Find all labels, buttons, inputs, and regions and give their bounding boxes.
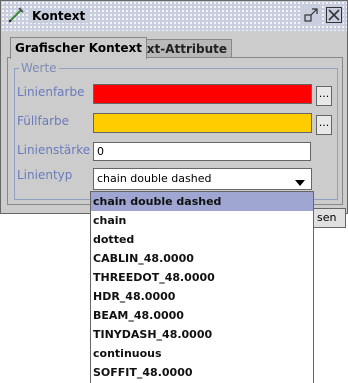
fill-color-swatch[interactable] [93, 113, 312, 133]
save-button[interactable]: sen [312, 208, 346, 228]
title-bar[interactable]: Kontext [1, 1, 347, 31]
fill-color-label: Füllfarbe [17, 114, 70, 128]
line-type-label: Linientyp [17, 168, 73, 182]
dropdown-option[interactable]: THREEDOT_48.0000 [91, 268, 313, 287]
line-color-swatch[interactable] [93, 84, 312, 104]
tab-grafischer-kontext[interactable]: Grafischer Kontext [10, 37, 148, 59]
line-color-label: Linienfarbe [17, 85, 85, 99]
close-icon[interactable] [325, 6, 343, 24]
dropdown-option[interactable]: chain [91, 211, 313, 230]
line-width-label: Linienstärke [17, 143, 91, 157]
dropdown-option[interactable]: BEAM_48.0000 [91, 306, 313, 325]
dropdown-option[interactable]: dotted [91, 230, 313, 249]
chevron-down-icon[interactable] [295, 176, 305, 189]
line-type-value: chain double dashed [97, 172, 212, 185]
dropdown-option[interactable]: chain double dashed [91, 192, 313, 211]
line-color-picker-button[interactable]: ... [316, 86, 332, 106]
line-width-input[interactable]: 0 [93, 142, 311, 161]
group-title: Werte [19, 61, 59, 75]
dropdown-option[interactable]: CABLIN_48.0000 [91, 249, 313, 268]
dropdown-option[interactable]: HDR_48.0000 [91, 287, 313, 306]
window-title: Kontext [29, 9, 89, 23]
tab-panel: Werte Linienfarbe ... Füllfarbe ... Lini… [7, 57, 343, 205]
pen-icon [7, 6, 25, 24]
minimize-icon[interactable] [302, 6, 320, 24]
line-type-select[interactable]: chain double dashed [93, 168, 312, 190]
dropdown-option[interactable]: continuous [91, 344, 313, 363]
fill-color-picker-button[interactable]: ... [316, 115, 332, 135]
dropdown-option[interactable]: TINYDASH_48.0000 [91, 325, 313, 344]
dropdown-option[interactable]: SOFFIT_48.0000 [91, 363, 313, 382]
kontext-window: Kontext Grafischer Kontext Text-Attribut… [0, 0, 348, 214]
line-type-dropdown-list[interactable]: chain double dashed chain dotted CABLIN_… [90, 191, 314, 383]
